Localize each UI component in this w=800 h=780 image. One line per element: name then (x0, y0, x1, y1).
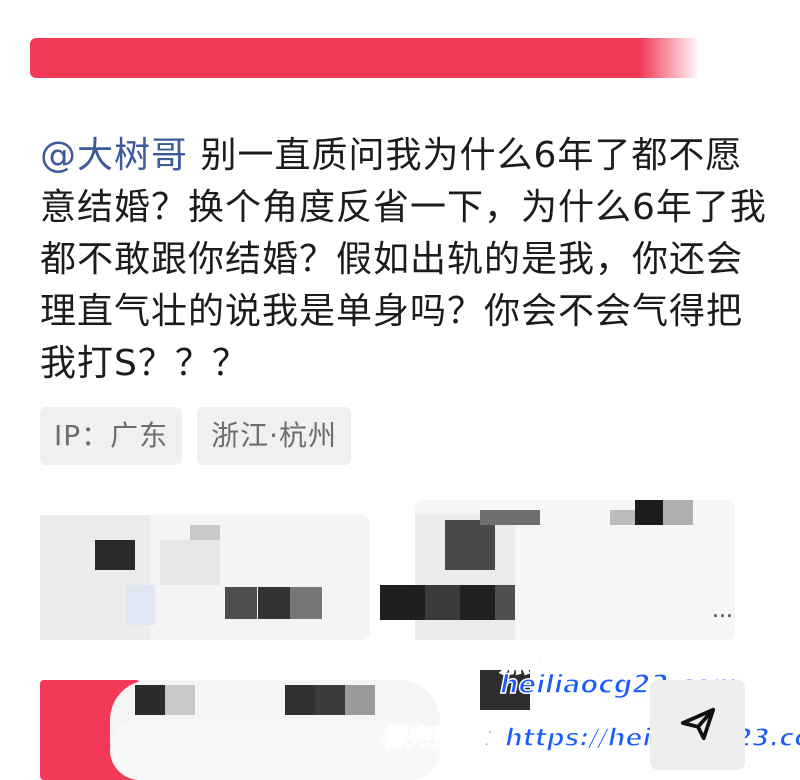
ip-tag: IP：广东 (40, 407, 183, 465)
post-text: @大树哥 别一直质问我为什么6年了都不愿意结婚？换个角度反省一下，为什么6年了我… (40, 130, 770, 390)
post-card: @大树哥 别一直质问我为什么6年了都不愿意结婚？换个角度反省一下，为什么6年了我… (0, 0, 800, 780)
send-icon (679, 704, 717, 746)
more-indicator[interactable]: ... (712, 598, 733, 623)
mention-link[interactable]: @大树哥 (40, 135, 188, 176)
send-button[interactable] (650, 680, 745, 770)
censored-image-left (40, 515, 370, 640)
location-tag[interactable]: 浙江·杭州 (197, 407, 352, 465)
location-tags: IP：广东 浙江·杭州 (40, 407, 352, 465)
top-banner (30, 38, 700, 78)
censored-image-right (380, 500, 735, 640)
